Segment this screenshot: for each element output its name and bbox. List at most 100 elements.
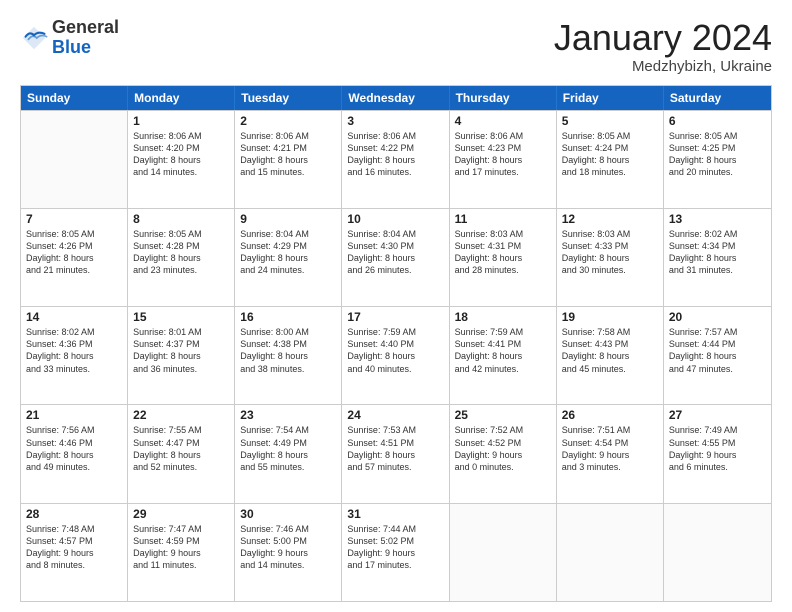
calendar-cell: 23 Sunrise: 7:54 AM Sunset: 4:49 PM Dayl…: [235, 405, 342, 502]
sunrise: Sunrise: 8:02 AM: [669, 228, 766, 240]
calendar-cell: 4 Sunrise: 8:06 AM Sunset: 4:23 PM Dayli…: [450, 111, 557, 208]
calendar-week-1: 1 Sunrise: 8:06 AM Sunset: 4:20 PM Dayli…: [21, 110, 771, 208]
sunrise: Sunrise: 7:44 AM: [347, 523, 443, 535]
sunrise: Sunrise: 7:53 AM: [347, 424, 443, 436]
calendar-cell: 22 Sunrise: 7:55 AM Sunset: 4:47 PM Dayl…: [128, 405, 235, 502]
calendar-cell: 28 Sunrise: 7:48 AM Sunset: 4:57 PM Dayl…: [21, 504, 128, 601]
sunset: Sunset: 4:26 PM: [26, 240, 122, 252]
calendar-cell: 27 Sunrise: 7:49 AM Sunset: 4:55 PM Dayl…: [664, 405, 771, 502]
calendar-cell: [557, 504, 664, 601]
day-number: 30: [240, 507, 336, 521]
calendar-cell: 8 Sunrise: 8:05 AM Sunset: 4:28 PM Dayli…: [128, 209, 235, 306]
calendar-cell: 15 Sunrise: 8:01 AM Sunset: 4:37 PM Dayl…: [128, 307, 235, 404]
title-block: January 2024 Medzhybizh, Ukraine: [554, 18, 772, 75]
day-number: 15: [133, 310, 229, 324]
logo-blue: Blue: [52, 38, 119, 58]
sunrise: Sunrise: 8:06 AM: [347, 130, 443, 142]
daylight-hours: Daylight: 8 hours: [562, 350, 658, 362]
sunset: Sunset: 4:37 PM: [133, 338, 229, 350]
daylight-minutes: and 21 minutes.: [26, 264, 122, 276]
daylight-minutes: and 18 minutes.: [562, 166, 658, 178]
daylight-hours: Daylight: 9 hours: [347, 547, 443, 559]
calendar-cell: 16 Sunrise: 8:00 AM Sunset: 4:38 PM Dayl…: [235, 307, 342, 404]
daylight-hours: Daylight: 8 hours: [240, 350, 336, 362]
sunset: Sunset: 4:21 PM: [240, 142, 336, 154]
daylight-minutes: and 28 minutes.: [455, 264, 551, 276]
location: Medzhybizh, Ukraine: [554, 58, 772, 75]
daylight-hours: Daylight: 8 hours: [669, 252, 766, 264]
sunset: Sunset: 5:02 PM: [347, 535, 443, 547]
daylight-hours: Daylight: 8 hours: [347, 252, 443, 264]
calendar-header: Sunday Monday Tuesday Wednesday Thursday…: [21, 86, 771, 110]
day-number: 5: [562, 114, 658, 128]
day-number: 2: [240, 114, 336, 128]
header-monday: Monday: [128, 86, 235, 110]
daylight-hours: Daylight: 9 hours: [133, 547, 229, 559]
sunrise: Sunrise: 7:49 AM: [669, 424, 766, 436]
daylight-hours: Daylight: 8 hours: [455, 252, 551, 264]
daylight-minutes: and 3 minutes.: [562, 461, 658, 473]
daylight-hours: Daylight: 8 hours: [26, 350, 122, 362]
daylight-minutes: and 52 minutes.: [133, 461, 229, 473]
header-tuesday: Tuesday: [235, 86, 342, 110]
sunset: Sunset: 4:28 PM: [133, 240, 229, 252]
day-number: 22: [133, 408, 229, 422]
daylight-minutes: and 17 minutes.: [347, 559, 443, 571]
daylight-hours: Daylight: 9 hours: [26, 547, 122, 559]
calendar-cell: [450, 504, 557, 601]
sunrise: Sunrise: 8:04 AM: [240, 228, 336, 240]
daylight-minutes: and 8 minutes.: [26, 559, 122, 571]
sunrise: Sunrise: 7:52 AM: [455, 424, 551, 436]
day-number: 19: [562, 310, 658, 324]
day-number: 21: [26, 408, 122, 422]
calendar-cell: 24 Sunrise: 7:53 AM Sunset: 4:51 PM Dayl…: [342, 405, 449, 502]
calendar-cell: 19 Sunrise: 7:58 AM Sunset: 4:43 PM Dayl…: [557, 307, 664, 404]
sunset: Sunset: 4:41 PM: [455, 338, 551, 350]
header: General Blue January 2024 Medzhybizh, Uk…: [20, 18, 772, 75]
logo-general: General: [52, 18, 119, 38]
daylight-hours: Daylight: 9 hours: [240, 547, 336, 559]
sunset: Sunset: 4:49 PM: [240, 437, 336, 449]
sunset: Sunset: 4:23 PM: [455, 142, 551, 154]
sunset: Sunset: 4:52 PM: [455, 437, 551, 449]
daylight-minutes: and 16 minutes.: [347, 166, 443, 178]
sunrise: Sunrise: 7:54 AM: [240, 424, 336, 436]
header-sunday: Sunday: [21, 86, 128, 110]
calendar: Sunday Monday Tuesday Wednesday Thursday…: [20, 85, 772, 602]
daylight-hours: Daylight: 8 hours: [562, 252, 658, 264]
sunrise: Sunrise: 7:59 AM: [455, 326, 551, 338]
sunset: Sunset: 4:22 PM: [347, 142, 443, 154]
sunset: Sunset: 4:34 PM: [669, 240, 766, 252]
daylight-minutes: and 49 minutes.: [26, 461, 122, 473]
daylight-minutes: and 20 minutes.: [669, 166, 766, 178]
daylight-minutes: and 0 minutes.: [455, 461, 551, 473]
page: General Blue January 2024 Medzhybizh, Uk…: [0, 0, 792, 612]
logo-icon: [20, 24, 48, 52]
day-number: 31: [347, 507, 443, 521]
calendar-cell: 30 Sunrise: 7:46 AM Sunset: 5:00 PM Dayl…: [235, 504, 342, 601]
sunrise: Sunrise: 8:06 AM: [133, 130, 229, 142]
daylight-minutes: and 31 minutes.: [669, 264, 766, 276]
day-number: 13: [669, 212, 766, 226]
calendar-week-3: 14 Sunrise: 8:02 AM Sunset: 4:36 PM Dayl…: [21, 306, 771, 404]
daylight-hours: Daylight: 8 hours: [240, 449, 336, 461]
sunrise: Sunrise: 8:06 AM: [455, 130, 551, 142]
day-number: 4: [455, 114, 551, 128]
daylight-hours: Daylight: 8 hours: [669, 154, 766, 166]
daylight-hours: Daylight: 8 hours: [133, 252, 229, 264]
sunrise: Sunrise: 8:01 AM: [133, 326, 229, 338]
header-wednesday: Wednesday: [342, 86, 449, 110]
daylight-hours: Daylight: 8 hours: [240, 252, 336, 264]
day-number: 26: [562, 408, 658, 422]
day-number: 10: [347, 212, 443, 226]
daylight-minutes: and 33 minutes.: [26, 363, 122, 375]
sunset: Sunset: 4:31 PM: [455, 240, 551, 252]
daylight-hours: Daylight: 9 hours: [455, 449, 551, 461]
daylight-minutes: and 26 minutes.: [347, 264, 443, 276]
daylight-hours: Daylight: 8 hours: [347, 154, 443, 166]
sunset: Sunset: 4:38 PM: [240, 338, 336, 350]
day-number: 11: [455, 212, 551, 226]
sunrise: Sunrise: 8:05 AM: [26, 228, 122, 240]
daylight-hours: Daylight: 8 hours: [562, 154, 658, 166]
calendar-cell: 12 Sunrise: 8:03 AM Sunset: 4:33 PM Dayl…: [557, 209, 664, 306]
